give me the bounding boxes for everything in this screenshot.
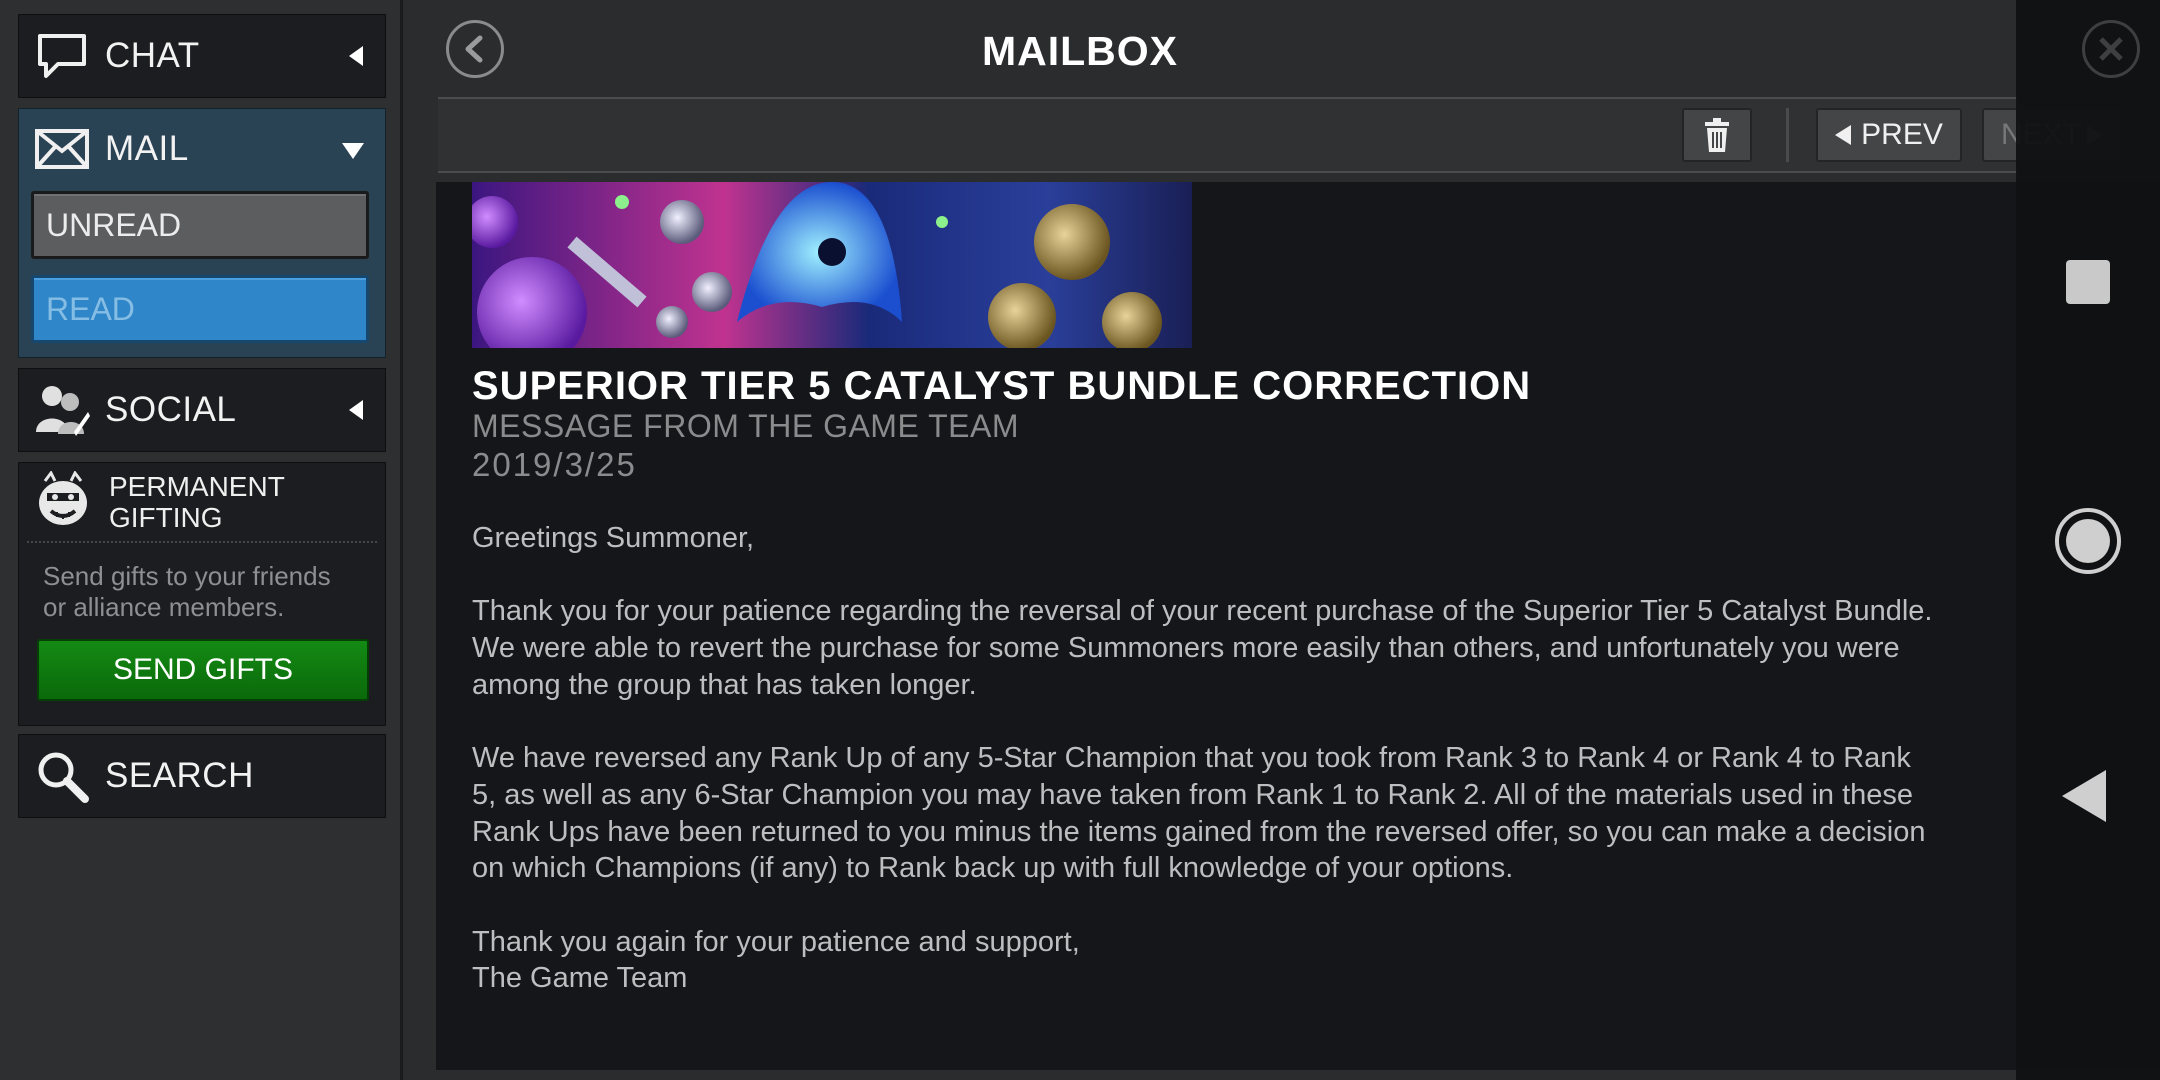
system-back-button[interactable] [2062, 770, 2106, 822]
mail-label: MAIL [105, 129, 189, 168]
closing: Thank you again for your patience and su… [472, 925, 1080, 995]
prev-label: PREV [1861, 118, 1943, 151]
message-title: SUPERIOR TIER 5 CATALYST BUNDLE CORRECTI… [472, 364, 1532, 408]
chat-label: CHAT [105, 36, 200, 75]
chat-bubble-icon [33, 27, 91, 85]
message-body: Greetings Summoner, Thank you for your p… [472, 520, 2160, 1034]
gift-mascot-icon [33, 470, 93, 536]
trash-icon [1705, 118, 1729, 152]
gifting-description: Send gifts to your friends or alliance m… [43, 561, 331, 622]
divider [438, 171, 2018, 173]
greeting: Greetings Summoner, [472, 522, 755, 554]
sidebar-item-mail: MAIL UNREAD READ [18, 108, 386, 358]
recents-button[interactable] [2066, 260, 2110, 304]
divider [27, 541, 377, 543]
caret-left-icon [347, 390, 365, 430]
sidebar-item-chat[interactable]: CHAT [18, 14, 386, 98]
caret-down-icon [341, 129, 365, 169]
gifting-title: PERMANENT GIFTING [109, 471, 285, 533]
send-gifts-button[interactable]: SEND GIFTS [37, 639, 369, 701]
search-icon [33, 747, 91, 805]
toolbar-separator [1786, 108, 1789, 162]
mail-toolbar [438, 99, 2018, 171]
message-view[interactable]: SUPERIOR TIER 5 CATALYST BUNDLE CORRECTI… [436, 182, 2160, 1070]
social-label: SOCIAL [105, 390, 237, 429]
paragraph: Thank you for your patience regarding th… [472, 595, 1933, 701]
sidebar-item-social[interactable]: SOCIAL [18, 368, 386, 452]
chat-header[interactable]: CHAT [19, 15, 385, 97]
permanent-gifting-panel: PERMANENT GIFTING Send gifts to your fri… [18, 462, 386, 726]
mail-read-button[interactable]: READ [31, 275, 369, 343]
home-button[interactable] [2055, 508, 2121, 574]
home-icon [2066, 519, 2110, 563]
catalyst-banner-image [472, 182, 1192, 348]
back-button[interactable] [446, 20, 504, 78]
caret-left-icon [347, 36, 365, 76]
search-header[interactable]: SEARCH [19, 735, 385, 817]
social-header[interactable]: SOCIAL [19, 369, 385, 451]
page-title: MAILBOX [981, 28, 1179, 74]
delete-button[interactable] [1682, 108, 1752, 162]
prev-button[interactable]: PREV [1816, 108, 1962, 162]
sidebar: CHAT MAIL UNREAD READ SOCIAL PERMANENT G… [0, 0, 403, 1080]
message-sender: MESSAGE FROM THE GAME TEAM [472, 408, 1019, 444]
paragraph: We have reversed any Rank Up of any 5-St… [472, 742, 1926, 885]
users-icon [33, 381, 91, 439]
sidebar-item-search[interactable]: SEARCH [18, 734, 386, 818]
envelope-icon [33, 120, 91, 178]
mail-unread-button[interactable]: UNREAD [31, 191, 369, 259]
close-icon[interactable] [2082, 20, 2140, 78]
message-date: 2019/3/25 [472, 446, 637, 483]
arrow-left-icon [1835, 125, 1852, 145]
mail-header[interactable]: MAIL [19, 109, 385, 189]
search-label: SEARCH [105, 756, 254, 795]
chevron-left-icon [465, 35, 483, 63]
